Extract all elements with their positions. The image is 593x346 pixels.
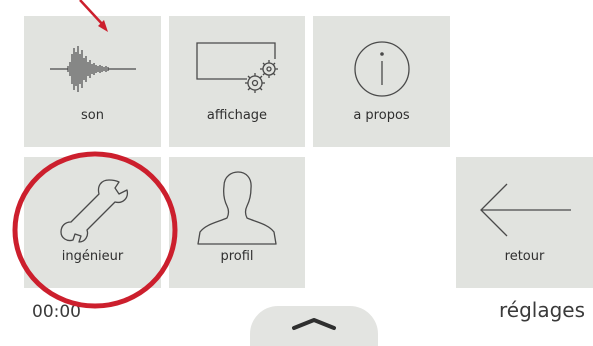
chevron-up-icon xyxy=(292,318,336,330)
display-settings-icon xyxy=(169,28,305,110)
tile-retour[interactable]: retour xyxy=(456,157,593,288)
page-title: réglages xyxy=(498,298,585,322)
tile-apropos-label: a propos xyxy=(353,108,410,123)
pull-up-tab[interactable] xyxy=(250,306,378,346)
tile-ingenieur-label: ingénieur xyxy=(61,249,124,264)
tile-retour-label: retour xyxy=(504,249,545,264)
clock-time: 00:00 xyxy=(32,302,81,322)
arrow-left-icon xyxy=(456,169,593,251)
waveform-icon xyxy=(24,28,161,110)
info-icon xyxy=(313,28,450,110)
tile-son-label: son xyxy=(81,108,104,123)
tile-profil[interactable]: profil xyxy=(169,157,305,288)
tile-son[interactable]: son xyxy=(24,16,161,147)
tile-apropos[interactable]: a propos xyxy=(313,16,450,147)
person-icon xyxy=(169,169,305,251)
tile-affichage[interactable]: affichage xyxy=(169,16,305,147)
tile-profil-label: profil xyxy=(220,249,254,264)
wrench-icon xyxy=(24,169,161,251)
tile-ingenieur[interactable]: ingénieur xyxy=(24,157,161,288)
tile-affichage-label: affichage xyxy=(206,108,268,123)
